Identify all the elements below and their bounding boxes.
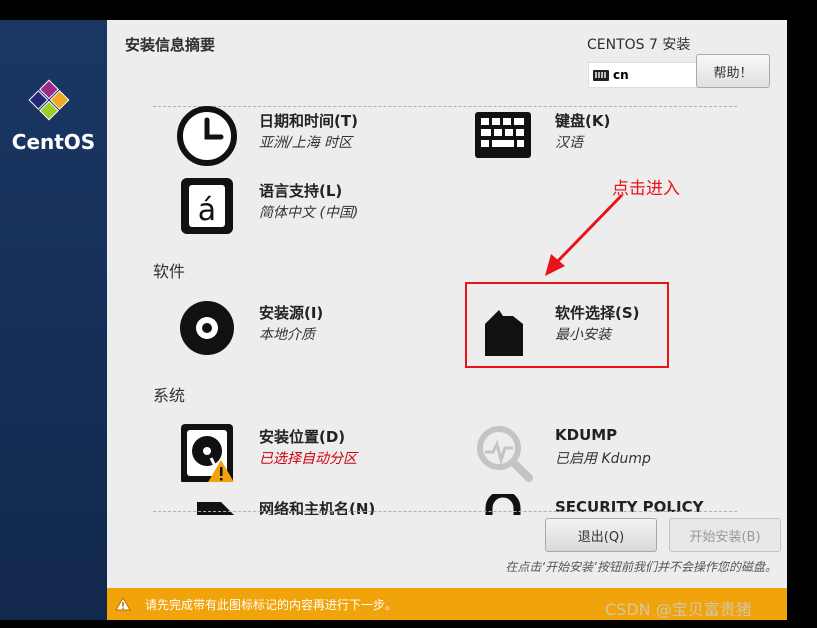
spoke-name: 安装位置(D) bbox=[259, 428, 346, 446]
quit-button[interactable]: 退出(Q) bbox=[545, 518, 657, 552]
main-panel: 安装信息摘要 CENTOS 7 安装 cn 帮助！ 日期和时间(T) 亚洲/上海… bbox=[107, 20, 787, 620]
spoke-datetime[interactable]: 日期和时间(T) 亚洲/上海 时区 bbox=[177, 106, 437, 166]
spoke-name: 语言支持(L) bbox=[259, 182, 343, 200]
spoke-name: SECURITY POLICY bbox=[555, 498, 704, 516]
help-button[interactable]: 帮助！ bbox=[696, 54, 770, 88]
section-system-heading: 系统 bbox=[153, 386, 186, 405]
keyboard-layout-label: cn bbox=[613, 68, 629, 82]
spoke-status: 简体中文 (中国) bbox=[259, 205, 359, 221]
svg-text:á: á bbox=[198, 193, 216, 228]
spoke-install-source[interactable]: 安装源(I) 本地介质 bbox=[177, 298, 437, 358]
footer-note: 在点击‘开始安装’按钮前我们并不会操作您的磁盘。 bbox=[505, 560, 777, 574]
centos-logo-icon bbox=[28, 79, 70, 121]
spoke-keyboard[interactable]: 键盘(K) 汉语 bbox=[473, 106, 733, 166]
disc-icon bbox=[180, 301, 234, 355]
warning-text: 请先完成带有此图标标记的内容再进行下一步。 bbox=[145, 597, 398, 612]
brand-name: CentOS bbox=[11, 130, 96, 154]
keyboard-layout-indicator[interactable]: cn bbox=[588, 62, 698, 88]
spoke-name: KDUMP bbox=[555, 426, 618, 444]
divider bbox=[153, 511, 737, 512]
spoke-install-destination[interactable]: 安装位置(D) 已选择自动分区 bbox=[177, 422, 437, 482]
keyboard-icon bbox=[475, 112, 531, 158]
page-title: 安装信息摘要 bbox=[125, 36, 216, 54]
magnifier-icon bbox=[477, 426, 533, 482]
watermark: CSDN @宝贝富贵猪 bbox=[605, 600, 752, 619]
clock-icon bbox=[177, 106, 237, 166]
spoke-status: 已选择自动分区 bbox=[259, 451, 357, 467]
product-title: CENTOS 7 安装 bbox=[587, 37, 691, 53]
spoke-name: 安装源(I) bbox=[259, 304, 324, 322]
begin-installation-button[interactable]: 开始安装(B) bbox=[669, 518, 781, 552]
section-software-heading: 软件 bbox=[153, 262, 186, 281]
spoke-status: 亚洲/上海 时区 bbox=[259, 135, 353, 151]
spoke-kdump[interactable]: KDUMP 已启用 Kdump bbox=[473, 422, 733, 482]
sidebar: CentOS bbox=[0, 20, 107, 620]
spoke-status: 已启用 Kdump bbox=[555, 451, 651, 467]
warning-icon bbox=[115, 597, 131, 611]
spoke-name: 键盘(K) bbox=[555, 112, 611, 130]
annotation-arrow-icon bbox=[545, 193, 624, 276]
spoke-language[interactable]: á 语言支持(L) 简体中文 (中国) bbox=[177, 176, 437, 236]
spoke-name: 日期和时间(T) bbox=[259, 112, 358, 130]
language-icon: á bbox=[181, 178, 233, 234]
harddisk-icon bbox=[181, 424, 234, 482]
spoke-status: 汉语 bbox=[555, 135, 583, 151]
keyboard-icon bbox=[593, 69, 609, 81]
spoke-status: 本地介质 bbox=[259, 327, 315, 343]
highlight-box bbox=[465, 282, 669, 368]
